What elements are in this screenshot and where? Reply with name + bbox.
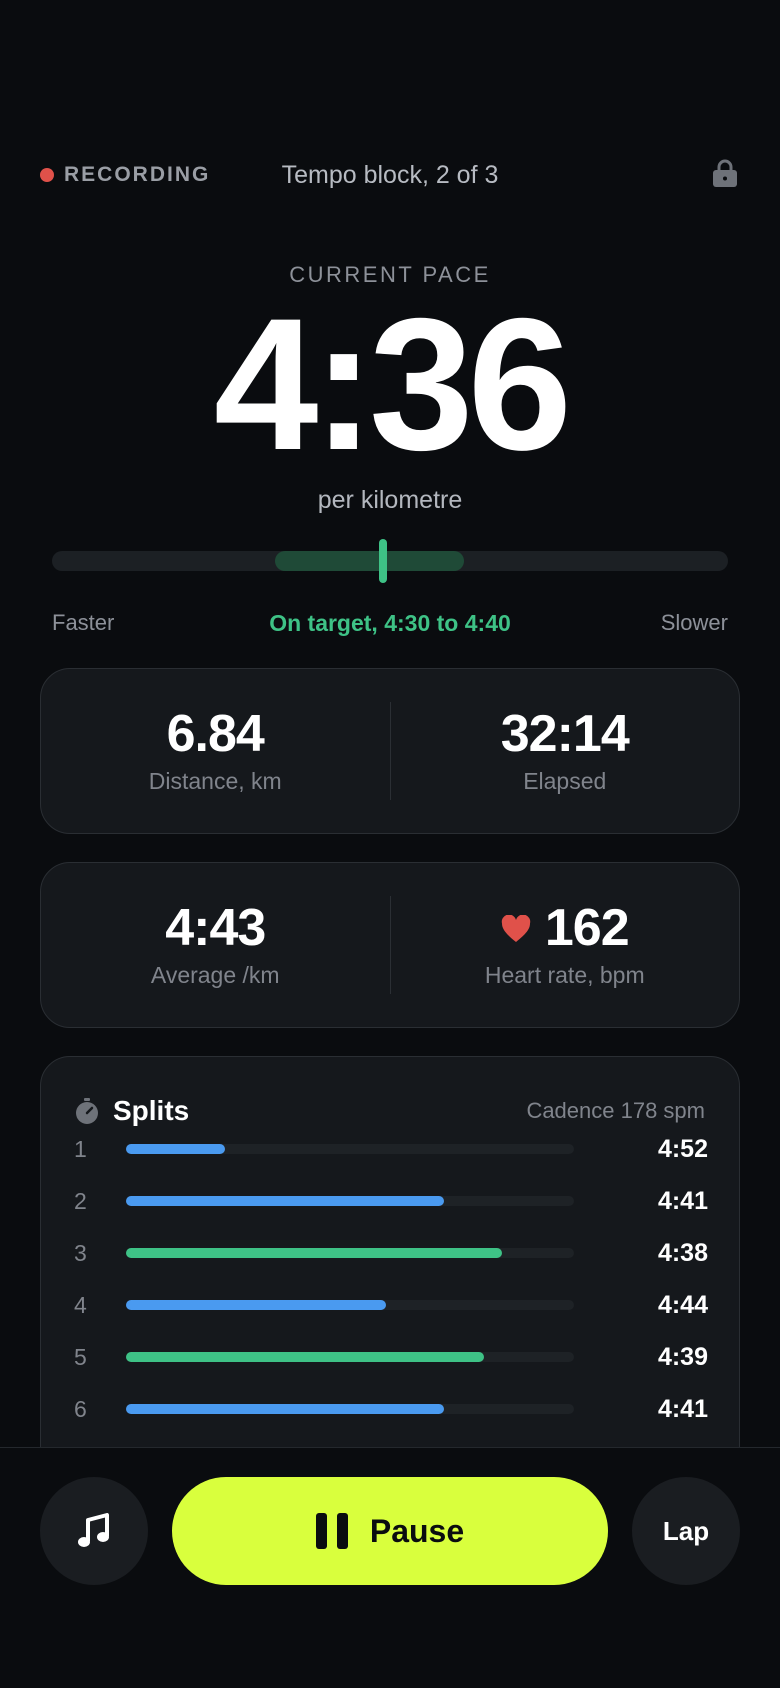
distance-value: 6.84 — [166, 705, 265, 764]
bottom-controls: Pause Lap — [0, 1447, 780, 1688]
split-bar-fill — [126, 1404, 445, 1414]
split-number: 3 — [74, 1239, 87, 1266]
heart-rate-label: Heart rate, bpm — [484, 961, 645, 988]
split-number: 6 — [74, 1395, 87, 1422]
heart-icon — [501, 914, 531, 942]
recording-indicator: RECORDING — [40, 163, 210, 187]
elapsed-value: 32:14 — [500, 705, 630, 764]
heart-rate-value-row: 162 — [501, 899, 630, 958]
split-time: 4:44 — [657, 1290, 708, 1319]
split-row: 2 4:41 — [74, 1181, 708, 1221]
lap-button[interactable]: Lap — [632, 1477, 740, 1585]
split-bar-fill — [126, 1196, 445, 1206]
split-row: 4 4:44 — [74, 1285, 708, 1325]
elapsed-label: Elapsed — [523, 767, 607, 794]
split-bar-track — [126, 1352, 574, 1362]
recording-dot — [40, 168, 54, 182]
pace-range-labels: Faster On target, 4:30 to 4:40 Slower — [52, 610, 728, 640]
current-pace-marker — [379, 539, 388, 583]
heart-rate-stat: 162 Heart rate, bpm — [391, 863, 740, 1027]
average-pace-label: Average /km — [150, 961, 280, 988]
split-row: 1 4:52 — [74, 1129, 708, 1169]
split-bar-track — [126, 1404, 574, 1414]
elapsed-stat: 32:14 Elapsed — [391, 669, 740, 833]
split-bar-fill — [126, 1300, 386, 1310]
split-number: 2 — [74, 1187, 87, 1214]
pause-button[interactable]: Pause — [172, 1477, 608, 1585]
stopwatch-icon — [76, 1098, 98, 1124]
split-row: 5 4:39 — [74, 1337, 708, 1377]
average-pace-stat: 4:43 Average /km — [41, 863, 390, 1027]
split-time: 4:41 — [657, 1186, 708, 1215]
split-row: 3 4:38 — [74, 1233, 708, 1273]
average-heartrate-card: 4:43 Average /km 162 Heart rate, bpm — [40, 862, 740, 1028]
split-time: 4:39 — [657, 1342, 708, 1371]
recording-label: RECORDING — [64, 163, 211, 186]
current-pace-value: 4:36 — [213, 279, 572, 489]
split-bar-fill — [126, 1248, 503, 1258]
top-bar: RECORDING Tempo block, 2 of 3 — [40, 150, 740, 200]
split-bar-track — [126, 1196, 574, 1206]
distance-stat: 6.84 Distance, km — [41, 669, 390, 833]
split-number: 1 — [74, 1135, 87, 1162]
splits-card[interactable]: Splits Cadence 178 spm 1 4:52 2 4:41 3 4:38 4 4… — [40, 1056, 740, 1476]
split-number: 5 — [74, 1343, 87, 1370]
cadence-label: Cadence 178 spm — [526, 1098, 705, 1123]
pause-icon — [315, 1513, 348, 1549]
split-time: 4:52 — [657, 1134, 708, 1163]
pace-status-text: On target, 4:30 to 4:40 — [269, 610, 511, 636]
split-bar-fill — [126, 1144, 225, 1154]
split-row: 6 4:41 — [74, 1389, 708, 1429]
split-number: 4 — [74, 1291, 87, 1318]
slower-label: Slower — [660, 610, 728, 635]
current-pace-unit: per kilometre — [317, 486, 463, 514]
music-note-icon — [78, 1513, 109, 1547]
split-bar-track — [126, 1144, 574, 1154]
lap-label: Lap — [662, 1515, 710, 1546]
split-bar-track — [126, 1300, 574, 1310]
average-pace-value: 4:43 — [165, 899, 266, 958]
split-time: 4:41 — [657, 1394, 708, 1423]
pace-target-zone — [275, 551, 465, 571]
pause-label: Pause — [369, 1512, 465, 1549]
split-bar-track — [126, 1248, 574, 1258]
splits-header: Splits Cadence 178 spm — [75, 1091, 705, 1131]
music-button[interactable] — [40, 1477, 148, 1585]
lock-icon[interactable] — [712, 158, 738, 188]
split-time: 4:38 — [657, 1238, 708, 1267]
distance-label: Distance, km — [148, 767, 282, 794]
splits-title: Splits — [113, 1095, 190, 1126]
split-bar-fill — [126, 1352, 485, 1362]
heart-rate-value: 162 — [544, 899, 630, 958]
distance-elapsed-card: 6.84 Distance, km 32:14 Elapsed — [40, 668, 740, 834]
pace-range-gauge — [52, 539, 728, 583]
